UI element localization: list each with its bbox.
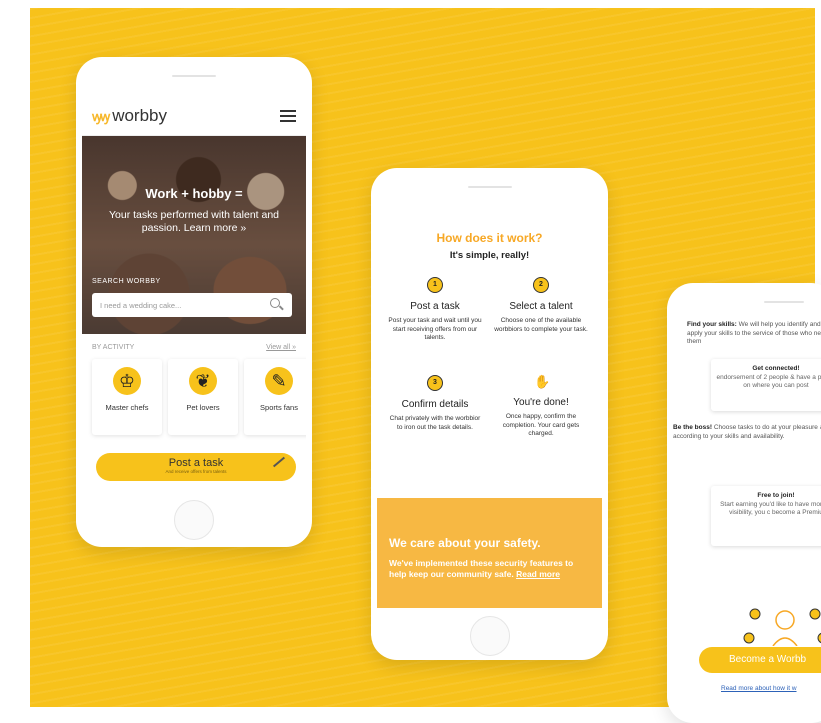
step-3: 3 Confirm details Chat privately with th… — [387, 375, 483, 432]
phone-speaker — [172, 75, 216, 77]
hero-title: Work + hobby = — [145, 186, 243, 201]
dog-icon: ❦ — [195, 371, 211, 391]
phone-become-worbbior: Find your skills: We will help you ident… — [667, 283, 821, 723]
hamburger-menu-icon[interactable] — [280, 110, 296, 122]
safety-text: We've implemented these security feature… — [389, 558, 590, 580]
thumbs-up-icon: ✋ — [534, 374, 551, 389]
become-worbbior-button[interactable]: Become a Worbb — [699, 647, 821, 673]
read-more-how-link[interactable]: Read more about how it w — [721, 685, 797, 692]
step-number: 1 — [427, 277, 443, 293]
worker-illustration-icon — [743, 608, 821, 646]
logo[interactable]: ꝡꝡ worbby — [92, 106, 167, 126]
category-label: Sports fans — [260, 403, 298, 412]
post-task-label: Post a task — [168, 457, 224, 469]
step-number: 3 — [427, 375, 443, 391]
post-task-sublabel: And receive offers from talents — [165, 469, 227, 474]
step-4: ✋ You're done! Once happy, confirm the c… — [493, 375, 589, 439]
search-placeholder: I need a wedding cake... — [100, 300, 182, 310]
category-label: Pet lovers — [186, 403, 220, 412]
hero-banner: Work + hobby = Your tasks performed with… — [82, 136, 306, 334]
chef-hat-icon: ♔ — [118, 371, 136, 391]
step-description: Once happy, confirm the completion. Your… — [502, 413, 580, 437]
get-connected-body: endorsement of 2 people & have a profile… — [716, 373, 821, 390]
find-skills-text: Find your skills: We will help you ident… — [687, 321, 821, 347]
app-header: ꝡꝡ worbby — [82, 97, 306, 136]
search-label: SEARCH WORBBY — [92, 278, 161, 285]
read-more-link[interactable]: Read more — [516, 569, 560, 579]
step-description: Choose one of the available worbbiors to… — [494, 317, 588, 333]
home-screen: ꝡꝡ worbby Work + hobby = Your tasks perf… — [82, 97, 306, 489]
search-icon[interactable] — [270, 298, 284, 312]
step-1: 1 Post a task Post your task and wait un… — [387, 277, 483, 343]
sports-icon: ✎ — [271, 371, 287, 391]
search-input[interactable]: I need a wedding cake... — [92, 293, 292, 317]
category-label: Master chefs — [105, 403, 149, 412]
find-skills-title: Find your skills: — [687, 321, 737, 328]
steps-grid: 1 Post a task Post your task and wait un… — [377, 261, 602, 501]
category-cards: ♔ Master chefs ❦ Pet lovers ✎ Sports fan… — [82, 351, 306, 435]
section-subtitle: It's simple, really! — [449, 250, 530, 261]
be-boss-text: Be the boss! Choose tasks to do at your … — [673, 424, 821, 441]
phone-how-it-works: How does it work? It's simple, really! 1… — [371, 168, 608, 660]
step-title: Confirm details — [401, 399, 469, 410]
post-task-button[interactable]: Post a task And receive offers from tale… — [96, 453, 296, 481]
activity-header: BY ACTIVITY View all » — [82, 334, 306, 351]
free-to-join-body: Start earning you'd like to have more & … — [720, 500, 821, 517]
safety-title: We care about your safety. — [389, 536, 541, 550]
be-boss-title: Be the boss! — [673, 424, 713, 431]
phone-home: ꝡꝡ worbby Work + hobby = Your tasks perf… — [76, 57, 312, 547]
phone-speaker — [468, 186, 512, 188]
how-it-works-screen: How does it work? It's simple, really! 1… — [377, 208, 602, 608]
become-screen: Find your skills: We will help you ident… — [673, 321, 821, 711]
step-title: You're done! — [513, 397, 569, 408]
step-description: Chat privately with the worbbior to iron… — [389, 415, 481, 431]
worbby-logo-icon: ꝡꝡ — [92, 109, 110, 124]
get-connected-card: Get connected! endorsement of 2 people &… — [711, 359, 821, 411]
section-title: How does it work? — [436, 231, 543, 245]
free-to-join-title: Free to join! — [757, 492, 795, 499]
step-title: Post a task — [410, 301, 460, 312]
hero-subtitle[interactable]: Your tasks performed with talent and pas… — [100, 209, 288, 235]
activity-title: BY ACTIVITY — [92, 344, 135, 351]
category-card-sports[interactable]: ✎ Sports fans — [244, 359, 306, 435]
home-button — [470, 616, 510, 656]
logo-text: worbby — [112, 106, 167, 125]
step-description: Post your task and wait until you start … — [388, 317, 482, 341]
get-connected-title: Get connected! — [752, 365, 800, 372]
category-card-pets[interactable]: ❦ Pet lovers — [168, 359, 238, 435]
step-title: Select a talent — [509, 301, 573, 312]
step-number: 2 — [533, 277, 549, 293]
category-card-chefs[interactable]: ♔ Master chefs — [92, 359, 162, 435]
home-button — [174, 500, 214, 540]
phone-speaker — [764, 301, 804, 303]
step-2: 2 Select a talent Choose one of the avai… — [493, 277, 589, 334]
view-all-link[interactable]: View all » — [266, 344, 296, 351]
free-to-join-card: Free to join! Start earning you'd like t… — [711, 486, 821, 546]
safety-banner: We care about your safety. We've impleme… — [377, 498, 602, 608]
